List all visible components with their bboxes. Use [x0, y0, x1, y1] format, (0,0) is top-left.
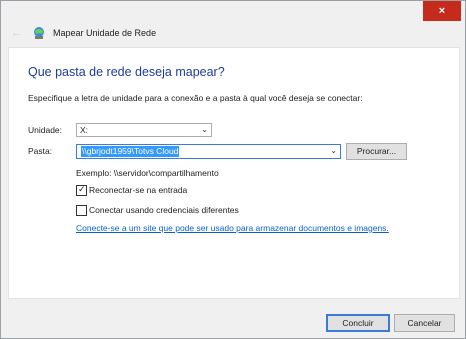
chevron-down-icon[interactable]: ⌄	[330, 145, 337, 157]
reconnect-label[interactable]: Reconectar-se na entrada	[89, 185, 187, 195]
close-button[interactable]: ×	[423, 1, 461, 21]
reconnect-checkbox[interactable]: ✓	[76, 184, 87, 196]
page-title: Que pasta de rede deseja mapear?	[28, 65, 225, 79]
chevron-down-icon: ⌄	[201, 125, 208, 134]
drive-label: Unidade:	[28, 125, 63, 135]
credentials-checkbox[interactable]	[76, 205, 87, 216]
folder-label: Pasta:	[28, 146, 53, 156]
drive-letter-value: X:	[80, 125, 89, 135]
network-drive-icon	[31, 26, 47, 40]
cancel-button[interactable]: Cancelar	[394, 314, 455, 332]
finish-button[interactable]: Concluir	[326, 314, 390, 332]
instructions-text: Especifique a letra de unidade para a co…	[28, 93, 363, 103]
folder-combobox[interactable]: \\gbrjodt1959\Totvs Cloud ⌄	[76, 144, 341, 159]
close-icon: ×	[438, 5, 446, 17]
folder-input-value[interactable]: \\gbrjodt1959\Totvs Cloud	[81, 146, 180, 157]
title-bar: ×	[1, 1, 465, 23]
back-arrow-icon[interactable]: ←	[11, 26, 27, 40]
credentials-label[interactable]: Conectar usando credenciais diferentes	[89, 205, 239, 215]
checkmark-icon: ✓	[78, 184, 86, 194]
browse-button[interactable]: Procurar...	[346, 143, 407, 160]
example-text: Exemplo: \\servidor\compartilhamento	[76, 168, 219, 178]
window-title: Mapear Unidade de Rede	[53, 28, 157, 38]
document-site-link[interactable]: Conecte-se a um site que pode ser usado …	[76, 223, 389, 233]
drive-letter-select[interactable]: X: ⌄	[76, 123, 212, 137]
map-drive-window: × ← Mapear Unidade de Rede Que pasta de …	[0, 0, 466, 339]
